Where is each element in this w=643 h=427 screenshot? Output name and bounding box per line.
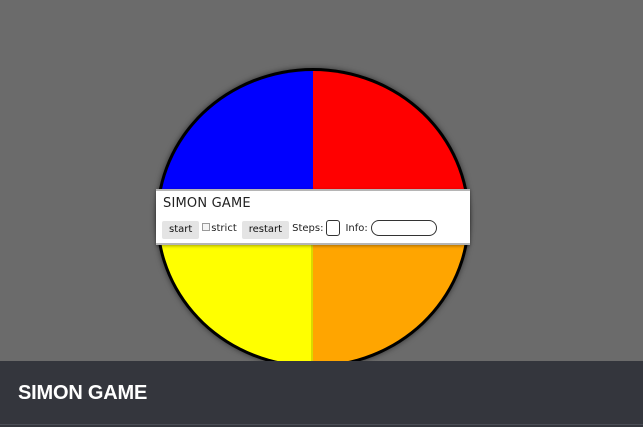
restart-button[interactable]: restart [241, 220, 290, 239]
footer-divider [0, 424, 643, 425]
strict-toggle[interactable]: strict [202, 222, 237, 234]
footer-title: SIMON GAME [18, 382, 148, 404]
panel-title: SIMON GAME [163, 196, 251, 211]
footer-bar: SIMON GAME [0, 361, 643, 427]
steps-label: Steps: [292, 222, 324, 234]
strict-checkbox[interactable] [202, 223, 211, 231]
controls-row: start strict restart Steps: Info: [162, 218, 437, 239]
strict-label: strict [211, 222, 237, 234]
game-stage: SIMON GAME start strict restart Steps: I… [0, 0, 643, 427]
info-display [370, 220, 437, 236]
steps-display [326, 220, 341, 236]
info-label: Info: [345, 222, 368, 234]
start-button[interactable]: start [162, 220, 200, 239]
control-panel: SIMON GAME start strict restart Steps: I… [156, 189, 470, 245]
